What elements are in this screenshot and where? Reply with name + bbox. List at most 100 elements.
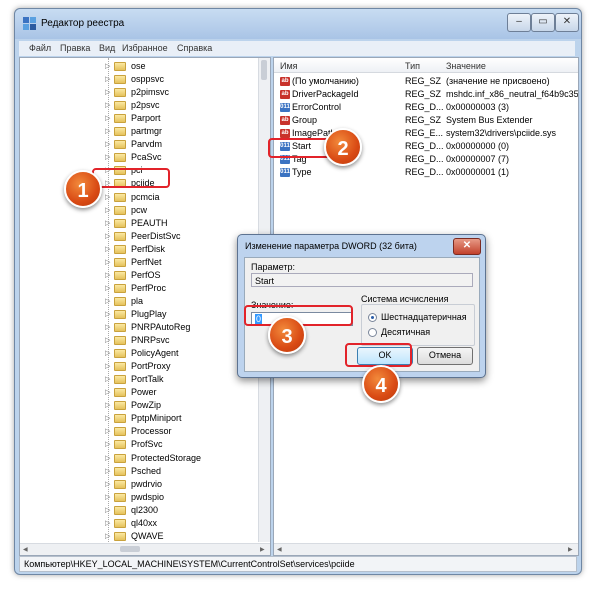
tree-vertical-scroll-thumb[interactable] xyxy=(261,60,267,80)
tree-item[interactable]: ▷ ql40xx xyxy=(20,517,258,530)
expand-arrow-icon[interactable]: ▷ xyxy=(105,153,110,161)
menu-edit[interactable]: Правка xyxy=(60,43,90,53)
scroll-right-arrow-icon[interactable]: ▶ xyxy=(568,546,573,553)
scroll-right-arrow-icon[interactable]: ▶ xyxy=(260,546,265,553)
tree-item[interactable]: ▷ PeerDistSvc xyxy=(20,230,258,243)
expand-arrow-icon[interactable]: ▷ xyxy=(105,62,110,70)
value-row[interactable]: 011 Type REG_D... 0x00000001 (1) xyxy=(274,166,578,179)
value-row[interactable]: ab Group REG_SZ System Bus Extender xyxy=(274,114,578,127)
expand-arrow-icon[interactable]: ▷ xyxy=(105,454,110,462)
menu-favorites[interactable]: Избранное xyxy=(122,43,168,53)
tree-item[interactable]: ▷ p2pimsvc xyxy=(20,86,258,99)
expand-arrow-icon[interactable]: ▷ xyxy=(105,375,110,383)
tree-item[interactable]: ▷ ql2300 xyxy=(20,504,258,517)
expand-arrow-icon[interactable]: ▷ xyxy=(105,519,110,527)
expand-arrow-icon[interactable]: ▷ xyxy=(105,101,110,109)
expand-arrow-icon[interactable]: ▷ xyxy=(105,427,110,435)
expand-arrow-icon[interactable]: ▷ xyxy=(105,493,110,501)
expand-arrow-icon[interactable]: ▷ xyxy=(105,467,110,475)
expand-arrow-icon[interactable]: ▷ xyxy=(105,297,110,305)
menu-help[interactable]: Справка xyxy=(177,43,212,53)
expand-arrow-icon[interactable]: ▷ xyxy=(105,388,110,396)
expand-arrow-icon[interactable]: ▷ xyxy=(105,506,110,514)
minimize-button[interactable]: – xyxy=(507,13,531,32)
close-button[interactable]: ✕ xyxy=(555,13,579,32)
tree-item[interactable]: ▷ partmgr xyxy=(20,125,258,138)
expand-arrow-icon[interactable]: ▷ xyxy=(105,480,110,488)
tree-item[interactable]: ▷ osppsvc xyxy=(20,73,258,86)
tree-item[interactable]: ▷ PerfDisk xyxy=(20,243,258,256)
maximize-button[interactable]: ▭ xyxy=(531,13,555,32)
tree-item[interactable]: ▷ PortProxy xyxy=(20,360,258,373)
tree-item[interactable]: ▷ PolicyAgent xyxy=(20,347,258,360)
expand-arrow-icon[interactable]: ▷ xyxy=(105,414,110,422)
tree-item[interactable]: ▷ pcmcia xyxy=(20,191,258,204)
column-type-header[interactable]: Тип xyxy=(405,61,420,71)
value-row[interactable]: ab (По умолчанию) REG_SZ (значение не присв… xyxy=(274,75,578,88)
tree-item[interactable]: ▷ Psched xyxy=(20,465,258,478)
tree-item[interactable]: ▷ Parvdm xyxy=(20,138,258,151)
tree-item[interactable]: ▷ p2psvc xyxy=(20,99,258,112)
menu-file[interactable]: Файл xyxy=(29,43,51,53)
expand-arrow-icon[interactable]: ▷ xyxy=(105,336,110,344)
tree-item[interactable]: ▷ PNRPsvc xyxy=(20,334,258,347)
expand-arrow-icon[interactable]: ▷ xyxy=(105,232,110,240)
tree-item[interactable]: ▷ PptpMiniport xyxy=(20,412,258,425)
tree-item[interactable]: ▷ pwdspio xyxy=(20,491,258,504)
dialog-close-button[interactable]: ✕ xyxy=(453,238,481,255)
expand-arrow-icon[interactable]: ▷ xyxy=(105,114,110,122)
tree-item[interactable]: ▷ QWAVE xyxy=(20,530,258,543)
cancel-button[interactable]: Отмена xyxy=(417,347,473,365)
hex-radio-label[interactable]: Шестнадцатеричная xyxy=(381,312,467,322)
expand-arrow-icon[interactable]: ▷ xyxy=(105,349,110,357)
scroll-left-arrow-icon[interactable]: ◀ xyxy=(277,546,282,553)
tree-item[interactable]: ▷ ProtectedStorage xyxy=(20,452,258,465)
column-data-header[interactable]: Значение xyxy=(446,61,486,71)
tree-item[interactable]: ▷ PEAUTH xyxy=(20,217,258,230)
tree-item[interactable]: ▷ PerfOS xyxy=(20,269,258,282)
tree-item[interactable]: ▷ ProfSvc xyxy=(20,438,258,451)
expand-arrow-icon[interactable]: ▷ xyxy=(105,362,110,370)
scroll-left-arrow-icon[interactable]: ◀ xyxy=(23,546,28,553)
tree-item[interactable]: ▷ pcw xyxy=(20,204,258,217)
tree-item[interactable]: ▷ Processor xyxy=(20,425,258,438)
expand-arrow-icon[interactable]: ▷ xyxy=(105,271,110,279)
expand-arrow-icon[interactable]: ▷ xyxy=(105,140,110,148)
menu-view[interactable]: Вид xyxy=(99,43,115,53)
expand-arrow-icon[interactable]: ▷ xyxy=(105,88,110,96)
tree-item[interactable]: ▷ PerfProc xyxy=(20,282,258,295)
tree-item[interactable]: ▷ PlugPlay xyxy=(20,308,258,321)
tree-item[interactable]: ▷ ose xyxy=(20,60,258,73)
hex-radio[interactable] xyxy=(368,313,377,322)
expand-arrow-icon[interactable]: ▷ xyxy=(105,401,110,409)
expand-arrow-icon[interactable]: ▷ xyxy=(105,193,110,201)
tree-item[interactable]: ▷ pla xyxy=(20,295,258,308)
tree-item[interactable]: ▷ PcaSvc xyxy=(20,151,258,164)
value-row[interactable]: ab DriverPackageId REG_SZ mshdc.inf_x86_neu… xyxy=(274,88,578,101)
expand-arrow-icon[interactable]: ▷ xyxy=(105,75,110,83)
expand-arrow-icon[interactable]: ▷ xyxy=(105,284,110,292)
tree-item[interactable]: ▷ PortTalk xyxy=(20,373,258,386)
expand-arrow-icon[interactable]: ▷ xyxy=(105,258,110,266)
expand-arrow-icon[interactable]: ▷ xyxy=(105,219,110,227)
values-horizontal-scrollbar[interactable]: ◀ ▶ xyxy=(274,543,578,555)
tree-item[interactable]: ▷ Power xyxy=(20,386,258,399)
dec-radio-label[interactable]: Десятичная xyxy=(381,327,430,337)
tree-item[interactable]: ▷ PNRPAutoReg xyxy=(20,321,258,334)
value-row[interactable]: 011 ErrorControl REG_D... 0x00000003 (3) xyxy=(274,101,578,114)
dec-radio[interactable] xyxy=(368,328,377,337)
expand-arrow-icon[interactable]: ▷ xyxy=(105,206,110,214)
tree-item[interactable]: ▷ Parport xyxy=(20,112,258,125)
expand-arrow-icon[interactable]: ▷ xyxy=(105,127,110,135)
tree-horizontal-scroll-thumb[interactable] xyxy=(120,546,140,552)
tree-item[interactable]: ▷ pwdrvio xyxy=(20,478,258,491)
expand-arrow-icon[interactable]: ▷ xyxy=(105,532,110,540)
expand-arrow-icon[interactable]: ▷ xyxy=(105,310,110,318)
tree-item[interactable]: ▷ PowZip xyxy=(20,399,258,412)
expand-arrow-icon[interactable]: ▷ xyxy=(105,440,110,448)
column-name-header[interactable]: Имя xyxy=(280,61,298,71)
tree-item[interactable]: ▷ PerfNet xyxy=(20,256,258,269)
expand-arrow-icon[interactable]: ▷ xyxy=(105,323,110,331)
tree-horizontal-scrollbar[interactable]: ◀ ▶ xyxy=(20,543,270,555)
expand-arrow-icon[interactable]: ▷ xyxy=(105,245,110,253)
